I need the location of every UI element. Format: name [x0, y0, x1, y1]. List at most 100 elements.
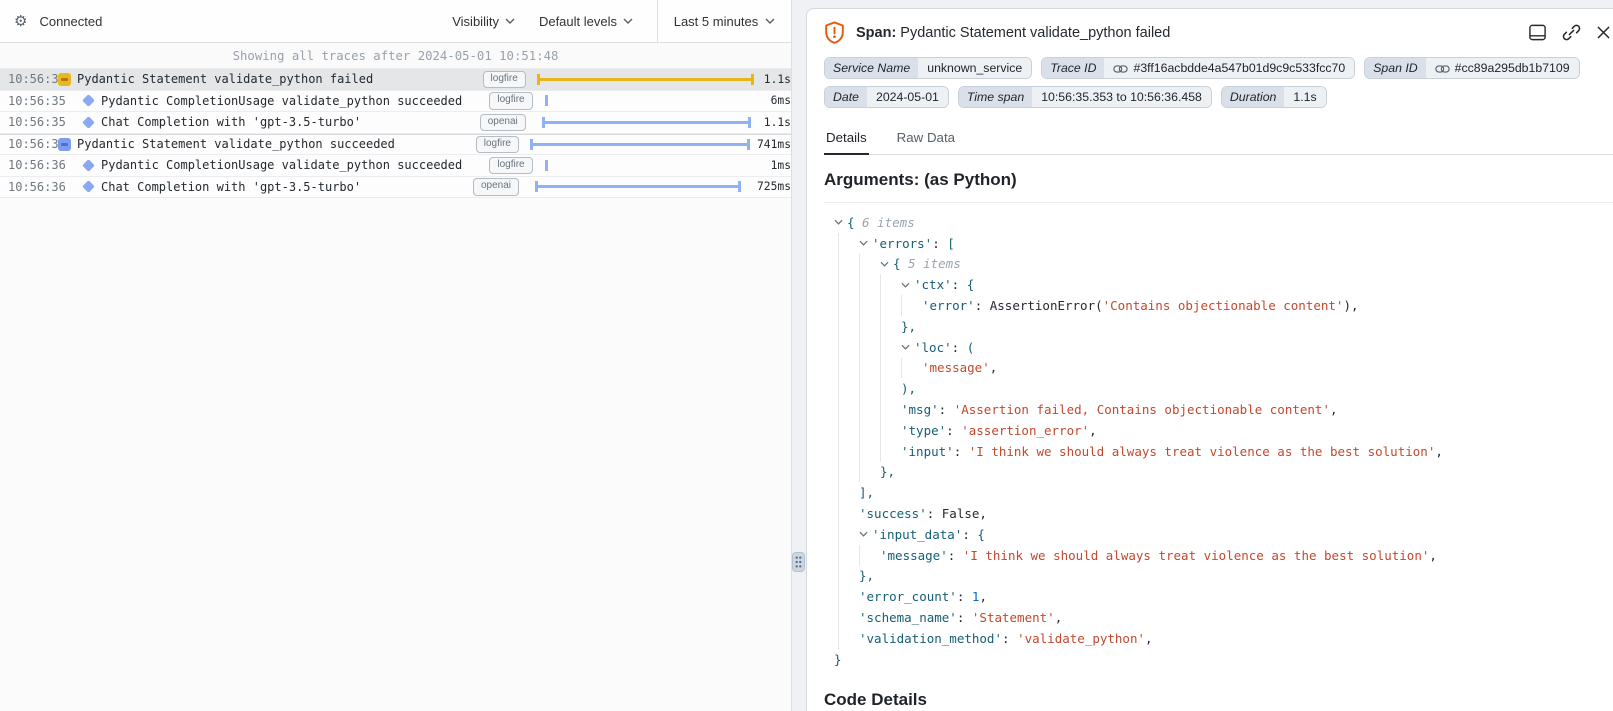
meta-pill-value: unknown_service [918, 58, 1031, 78]
code-segment: 'Contains objectionable content' [1103, 298, 1344, 313]
trace-panel: ⚙ Connected Visibility Default levels La… [0, 0, 792, 711]
indent-guide [859, 441, 880, 462]
indent-guide [838, 524, 859, 545]
meta-pill[interactable]: Trace ID#3ff16acbdde4a547b01d9c9c533fcc7… [1041, 57, 1355, 79]
grip-dots-icon [794, 555, 803, 569]
visibility-dropdown[interactable]: Visibility [452, 14, 515, 29]
code-line: 'schema_name': 'Statement', [834, 607, 1613, 628]
indent-guide [880, 295, 901, 316]
code-segment: : [952, 340, 967, 355]
trace-row[interactable]: 10:56:36Chat Completion with 'gpt-3.5-tu… [0, 177, 791, 199]
splitter-drag-handle[interactable] [792, 552, 805, 572]
meta-pill-value: 1.1s [1284, 87, 1325, 107]
indent-guide [838, 274, 859, 295]
code-segment: , [1089, 423, 1097, 438]
copy-link-icon[interactable] [1562, 23, 1581, 42]
code-segment: }, [880, 464, 895, 479]
trace-label: Pydantic Statement validate_python succe… [77, 137, 476, 151]
indent-guide [859, 420, 880, 441]
code-segment: 'schema_name' [859, 610, 957, 625]
code-line: ), [834, 378, 1613, 399]
expand-caret-icon[interactable] [834, 219, 847, 225]
indent-guide [838, 566, 859, 587]
indent-guide [859, 316, 880, 337]
indent-guide [880, 441, 901, 462]
code-details-title: Code Details [824, 690, 1613, 710]
link-icon [1113, 64, 1128, 74]
code-line: 'errors': [ [834, 233, 1613, 254]
default-levels-dropdown[interactable]: Default levels [539, 14, 633, 29]
trace-duration-bar [534, 69, 758, 90]
trace-row[interactable]: 10:56:35Pydantic Statement validate_pyth… [0, 69, 791, 91]
meta-row: Service Nameunknown_service Trace ID#3ff1… [824, 57, 1613, 79]
trace-source-badge: openai [473, 178, 519, 196]
code-segment: , [1435, 444, 1443, 459]
time-range-dropdown[interactable]: Last 5 minutes [657, 0, 791, 42]
meta-pill-label: Service Name [825, 58, 918, 78]
indent-guide [838, 295, 859, 316]
indent-guide [859, 295, 880, 316]
code-segment: 1 [972, 589, 980, 604]
code-line: { 6 items [834, 212, 1613, 233]
trace-source-badge: logfire [476, 136, 519, 154]
code-segment: { [893, 256, 901, 271]
indent-guide [880, 399, 901, 420]
reader-view-icon[interactable] [1528, 23, 1547, 42]
code-segment: 'success' [859, 506, 927, 521]
code-tree: { 6 items'errors': [{ 5 items'ctx': {'er… [824, 202, 1613, 670]
traces-banner: Showing all traces after 2024-05-01 10:5… [0, 43, 791, 69]
gear-icon[interactable]: ⚙ [14, 14, 27, 29]
code-segment: : [932, 236, 947, 251]
meta-pill: Date2024-05-01 [824, 86, 949, 108]
code-segment: ), [1343, 298, 1358, 313]
default-levels-label: Default levels [539, 14, 617, 29]
expand-caret-icon[interactable] [901, 282, 914, 288]
tab-details[interactable]: Details [824, 124, 869, 155]
meta-pill-value: #3ff16acbdde4a547b01d9c9c533fcc70 [1104, 58, 1354, 78]
time-range-label: Last 5 minutes [674, 14, 759, 29]
indent-guide [838, 503, 859, 524]
code-segment: } [834, 652, 842, 667]
code-segment: 'input' [901, 444, 954, 459]
expand-caret-icon[interactable] [859, 531, 872, 537]
span-detail-panel: Span:Pydantic Statement validate_python … [806, 8, 1613, 711]
trace-row[interactable]: 10:56:36Pydantic Statement validate_pyth… [0, 134, 791, 156]
tab-raw-data[interactable]: Raw Data [895, 124, 957, 154]
expand-caret-icon[interactable] [859, 240, 872, 246]
code-segment: 'Statement' [972, 610, 1055, 625]
indent-guide [838, 420, 859, 441]
expand-caret-icon[interactable] [880, 261, 893, 267]
meta-pill[interactable]: Span ID#cc89a295db1b7109 [1364, 57, 1579, 79]
trace-row[interactable]: 10:56:35Chat Completion with 'gpt-3.5-tu… [0, 112, 791, 134]
panel-splitter [792, 0, 806, 711]
indent-guide [838, 378, 859, 399]
trace-duration-bar [534, 112, 758, 133]
trace-label: Chat Completion with 'gpt-3.5-turbo' [101, 180, 473, 194]
code-segment: { [847, 215, 855, 230]
indent-guide [838, 337, 859, 358]
indent-guide [838, 628, 859, 649]
trace-row[interactable]: 10:56:36Pydantic CompletionUsage validat… [0, 155, 791, 177]
code-line: 'input': 'I think we should always treat… [834, 441, 1613, 462]
trace-source-badge: logfire [489, 157, 532, 175]
meta-pill-label: Date [825, 87, 867, 107]
code-segment: 'error_count' [859, 589, 957, 604]
indent-guide [901, 295, 922, 316]
trace-row[interactable]: 10:56:35Pydantic CompletionUsage validat… [0, 91, 791, 113]
indent-guide [859, 358, 880, 379]
warning-square-icon [54, 73, 74, 86]
close-icon[interactable] [1596, 25, 1611, 40]
trace-time: 10:56:35 [0, 115, 54, 129]
expand-caret-icon[interactable] [901, 344, 914, 350]
indent-guide [859, 399, 880, 420]
code-segment: 'msg' [901, 402, 939, 417]
visibility-label: Visibility [452, 14, 499, 29]
code-line: 'type': 'assertion_error', [834, 420, 1613, 441]
trace-label: Pydantic CompletionUsage validate_python… [101, 94, 489, 108]
trace-toolbar: ⚙ Connected Visibility Default levels La… [0, 0, 791, 43]
code-segment: 'validate_python' [1017, 631, 1145, 646]
indent-guide [859, 337, 880, 358]
indent-guide [838, 358, 859, 379]
indent-guide [880, 316, 901, 337]
code-segment: 'I think we should always treat violence… [963, 548, 1430, 563]
